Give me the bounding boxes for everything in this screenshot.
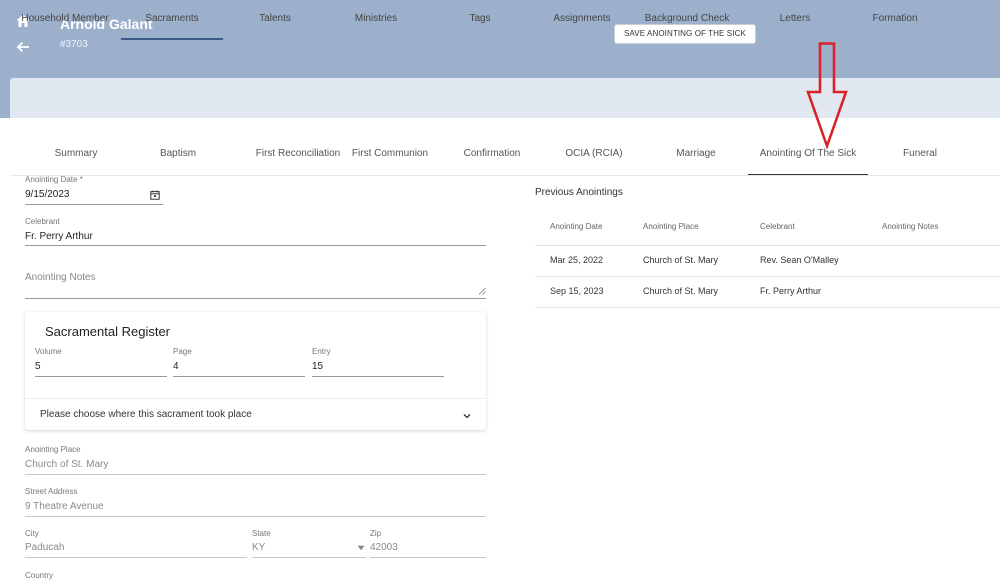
tab-letters[interactable]: Letters bbox=[745, 0, 845, 40]
subtab-marriage[interactable]: Marriage bbox=[646, 133, 746, 175]
page-label: Page bbox=[173, 347, 192, 356]
subtab-funeral[interactable]: Funeral bbox=[870, 133, 970, 175]
subtab-ocia[interactable]: OCIA (RCIA) bbox=[544, 133, 644, 175]
street-address-label: Street Address bbox=[25, 487, 78, 496]
entry-underline bbox=[312, 376, 444, 377]
subtab-baptism[interactable]: Baptism bbox=[128, 133, 228, 175]
city-underline bbox=[25, 557, 247, 558]
tab-assignments[interactable]: Assignments bbox=[532, 0, 632, 40]
subtab-divider bbox=[10, 175, 1000, 176]
person-id: #3703 bbox=[60, 39, 88, 50]
previous-anointings-title: Previous Anointings bbox=[535, 187, 623, 198]
row-2-date[interactable]: Sep 15, 2023 bbox=[550, 286, 604, 296]
anointing-date-input[interactable]: 9/15/2023 bbox=[25, 189, 70, 200]
subtab-first-reconciliation[interactable]: First Reconciliation bbox=[235, 133, 361, 175]
subtab-first-communion[interactable]: First Communion bbox=[345, 133, 435, 175]
volume-label: Volume bbox=[35, 347, 62, 356]
celebrant-input[interactable]: Fr. Perry Arthur bbox=[25, 231, 93, 242]
anointing-place-input[interactable]: Church of St. Mary bbox=[25, 459, 108, 470]
zip-input[interactable]: 42003 bbox=[370, 542, 398, 553]
anointing-place-label: Anointing Place bbox=[25, 445, 81, 454]
annotation-arrow-icon bbox=[806, 42, 848, 150]
volume-underline bbox=[35, 376, 167, 377]
anointing-place-underline bbox=[25, 474, 486, 475]
anointing-notes-textarea[interactable]: Anointing Notes bbox=[25, 272, 96, 283]
celebrant-label: Celebrant bbox=[25, 217, 60, 226]
subtab-summary[interactable]: Summary bbox=[26, 133, 126, 175]
row-2-place[interactable]: Church of St. Mary bbox=[643, 286, 718, 296]
city-input[interactable]: Paducah bbox=[25, 542, 64, 553]
street-address-underline bbox=[25, 516, 486, 517]
zip-underline bbox=[370, 557, 486, 558]
row-1-place[interactable]: Church of St. Mary bbox=[643, 255, 718, 265]
col-header-notes[interactable]: Anointing Notes bbox=[882, 222, 938, 231]
state-underline bbox=[252, 557, 366, 558]
calendar-icon[interactable] bbox=[150, 190, 160, 200]
page-input[interactable]: 4 bbox=[173, 361, 179, 372]
col-header-celebrant[interactable]: Celebrant bbox=[760, 222, 795, 231]
tab-background-check[interactable]: Background Check bbox=[636, 0, 738, 40]
arrow-left-icon[interactable] bbox=[15, 39, 31, 55]
entry-label: Entry bbox=[312, 347, 331, 356]
notes-underline bbox=[25, 298, 486, 299]
row-1-celebrant[interactable]: Rev. Sean O'Malley bbox=[760, 255, 839, 265]
register-divider bbox=[25, 398, 486, 399]
tab-talents[interactable]: Talents bbox=[225, 0, 325, 40]
row-1-date[interactable]: Mar 25, 2022 bbox=[550, 255, 603, 265]
anointing-date-underline bbox=[25, 204, 163, 205]
state-label: State bbox=[252, 529, 271, 538]
main-tab-bar bbox=[10, 78, 1000, 118]
resize-handle-icon[interactable] bbox=[478, 287, 486, 295]
chevron-down-icon[interactable] bbox=[462, 411, 472, 421]
city-label: City bbox=[25, 529, 39, 538]
tab-sacraments[interactable]: Sacraments bbox=[121, 0, 223, 40]
table-row-divider bbox=[535, 307, 1000, 308]
tab-ministries[interactable]: Ministries bbox=[326, 0, 426, 40]
subtab-confirmation[interactable]: Confirmation bbox=[442, 133, 542, 175]
street-address-input[interactable]: 9 Theatre Avenue bbox=[25, 501, 104, 512]
table-row-divider bbox=[535, 276, 1000, 277]
entry-input[interactable]: 15 bbox=[312, 361, 323, 372]
tab-formation[interactable]: Formation bbox=[845, 0, 945, 40]
caret-down-icon[interactable] bbox=[357, 545, 365, 551]
celebrant-underline bbox=[25, 245, 486, 246]
country-label: Country bbox=[25, 571, 54, 580]
tab-household-member[interactable]: Household Member bbox=[10, 0, 120, 40]
col-header-date[interactable]: Anointing Date bbox=[550, 222, 602, 231]
zip-label: Zip bbox=[370, 529, 382, 538]
row-2-celebrant[interactable]: Fr. Perry Arthur bbox=[760, 286, 821, 296]
col-header-place[interactable]: Anointing Place bbox=[643, 222, 699, 231]
table-header-divider bbox=[535, 245, 1000, 246]
register-title: Sacramental Register bbox=[45, 324, 170, 339]
state-select[interactable]: KY bbox=[252, 542, 265, 553]
page-underline bbox=[173, 376, 305, 377]
tab-tags[interactable]: Tags bbox=[430, 0, 530, 40]
sacrament-place-select[interactable]: Please choose where this sacrament took … bbox=[40, 409, 252, 420]
anointing-date-label: Anointing Date * bbox=[25, 175, 83, 184]
volume-input[interactable]: 5 bbox=[35, 361, 41, 372]
